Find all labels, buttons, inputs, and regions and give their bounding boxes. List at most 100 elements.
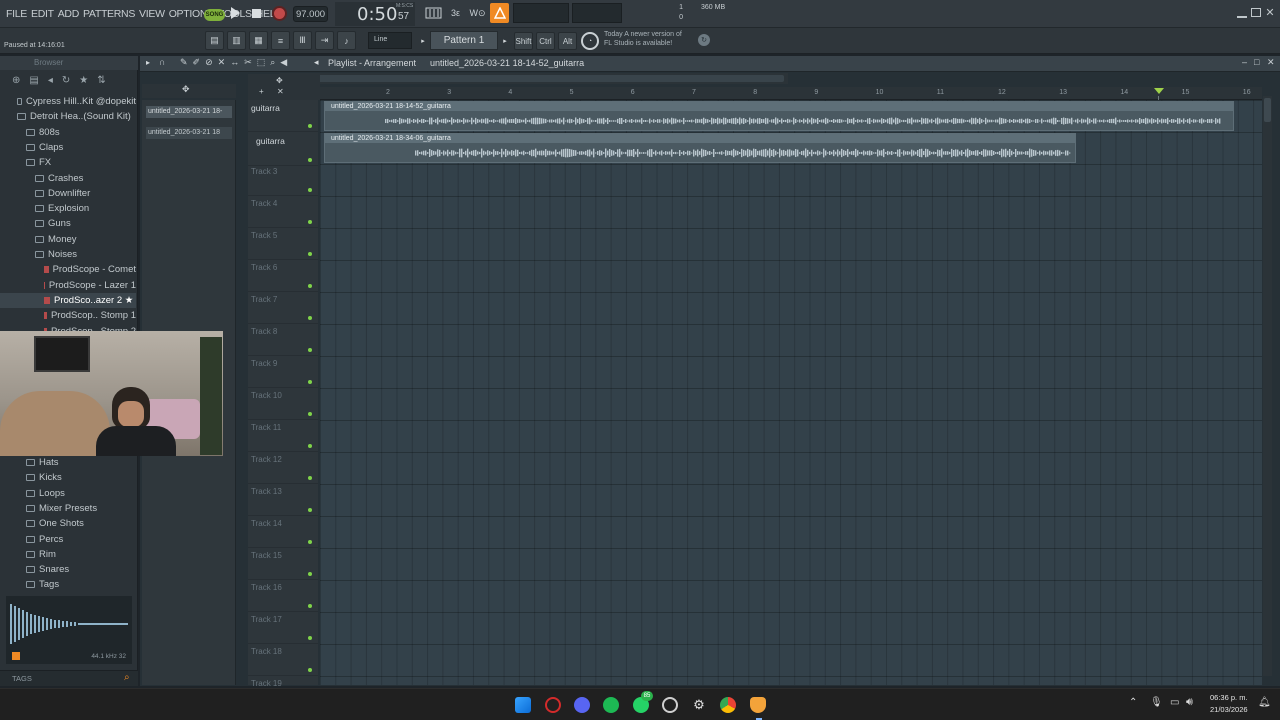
scrollbar-thumb[interactable] (288, 75, 784, 82)
browser-folder-item[interactable]: Loops (0, 486, 136, 501)
track-header[interactable]: Track 18 (248, 644, 318, 676)
track-header[interactable]: Track 9 (248, 356, 318, 388)
browser-folder-item[interactable]: FX (0, 155, 136, 170)
browser-add-icon[interactable]: ⊕ (12, 75, 20, 92)
stop-button[interactable] (252, 9, 261, 18)
browser-folder-item[interactable]: Downlifter (0, 186, 136, 201)
clock-date[interactable]: 21/03/2026 (1210, 705, 1248, 714)
start-icon[interactable] (515, 697, 531, 713)
track-enable-dot[interactable] (308, 316, 312, 320)
add-track-icon[interactable]: + (259, 87, 264, 96)
pattern-next-icon[interactable]: ▸ (500, 32, 510, 49)
chrome-icon[interactable] (720, 697, 736, 713)
track-enable-dot[interactable] (308, 252, 312, 256)
track-enable-dot[interactable] (308, 188, 312, 192)
browser-file-item[interactable]: ProdSco..azer 2 ★ (0, 292, 136, 308)
track-enable-dot[interactable] (308, 476, 312, 480)
select-tool-icon[interactable]: ⬚ (257, 57, 266, 68)
browser-folder-item[interactable]: Mixer Presets (0, 501, 136, 516)
track-header[interactable]: Track 3 (248, 164, 318, 196)
track-enable-dot[interactable] (308, 636, 312, 640)
track-enable-dot[interactable] (308, 220, 312, 224)
clock-time[interactable]: 06:36 p. m. (1210, 693, 1248, 702)
browser-folder-item[interactable]: Cypress Hill..Kit @dopekit (0, 94, 136, 109)
track-pan-icon[interactable]: ✥ (276, 76, 283, 85)
browser-file-item[interactable]: ProdScop.. Stomp 1 (0, 308, 136, 323)
news-line-1[interactable]: Today A newer version of (604, 31, 682, 38)
pattern-clip-1[interactable]: untitled_2026-03-21 18- (146, 106, 232, 118)
browser-folder-item[interactable]: Noises (0, 247, 136, 262)
track-enable-dot[interactable] (308, 572, 312, 576)
browser-star-icon[interactable]: ★ (79, 75, 88, 92)
track-header[interactable]: Track 10 (248, 388, 318, 420)
timeline-ruler[interactable]: 2 3 4 5 6 7 8 9 10 11 12 13 14 15 16 (320, 87, 1262, 100)
close-icon[interactable]: ✕ (1264, 6, 1276, 19)
record-button[interactable] (272, 6, 287, 21)
slip-tool-icon[interactable]: ↔ (230, 57, 239, 68)
settings-gear-icon[interactable]: ⚙ (691, 697, 707, 713)
audio-clip-1[interactable]: untitled_2026-03-21 18-14-52_guitarra (324, 101, 1234, 131)
browser-file-icon[interactable]: ▤ (29, 75, 38, 92)
track-header[interactable]: Track 4 (248, 196, 318, 228)
track-enable-dot[interactable] (308, 348, 312, 352)
search-icon[interactable]: ⌕ (124, 672, 130, 683)
track-header[interactable]: guitarra (248, 132, 318, 166)
browser-back-icon[interactable]: ◂ (48, 75, 53, 92)
browser-folder-item[interactable]: Rim (0, 547, 136, 562)
browser-folder-item[interactable]: Detroit Hea..(Sound Kit) (0, 109, 136, 124)
news-icon[interactable]: ◔ (581, 32, 599, 50)
slice-tool-icon[interactable]: ✂ (244, 57, 252, 68)
track-enable-dot[interactable] (308, 604, 312, 608)
menu-add[interactable]: ADD (56, 8, 81, 20)
track-header[interactable]: Track 8 (248, 324, 318, 356)
zoom-tool-icon[interactable]: ⌕ (270, 57, 275, 68)
track-header[interactable]: Track 6 (248, 260, 318, 292)
browser-file-item[interactable]: ProdScope - Comet (0, 262, 136, 277)
volume-icon[interactable]: 🔊︎ (1186, 696, 1193, 709)
track-enable-dot[interactable] (308, 380, 312, 384)
menu-file[interactable]: FILE (4, 8, 29, 20)
track-enable-dot[interactable] (308, 444, 312, 448)
browser-folder-item[interactable]: One Shots (0, 516, 136, 531)
song-mode-toggle[interactable]: SONG (204, 9, 225, 21)
news-line-2[interactable]: FL Studio is available! (604, 40, 672, 47)
discord-icon[interactable] (574, 697, 590, 713)
preview-play-icon[interactable] (12, 652, 20, 660)
track-header[interactable]: guitarra (248, 100, 318, 132)
browser-file-item[interactable]: ProdScope - Lazer 1 (0, 278, 136, 293)
menu-patterns[interactable]: PATTERNS (81, 8, 137, 20)
maximize-icon[interactable] (1251, 8, 1261, 17)
browser-folder-item[interactable]: Kicks (0, 470, 136, 485)
remove-track-icon[interactable]: ✕ (277, 87, 284, 96)
tags-bar[interactable]: TAGS ⌕ (0, 670, 138, 686)
browser-folder-item[interactable]: Crashes (0, 171, 136, 186)
playback-tool-icon[interactable]: ◀ (280, 57, 287, 68)
browser-sort-icon[interactable]: ⇅ (97, 75, 105, 92)
browser-folder-item[interactable]: 808s (0, 125, 136, 140)
pattern-clip-2[interactable]: untitled_2026-03-21 18 (146, 127, 232, 139)
track-header[interactable]: Track 7 (248, 292, 318, 324)
snap-selector[interactable]: Line (368, 32, 412, 49)
sample-preview[interactable]: 44.1 kHz 32 (6, 596, 132, 664)
playlist-arrow-icon[interactable]: ◂ (314, 57, 319, 68)
tempo-display[interactable]: 97.000 (293, 6, 328, 22)
browser-folder-item[interactable]: Percs (0, 532, 136, 547)
menu-edit[interactable]: EDIT (29, 8, 56, 20)
track-enable-dot[interactable] (308, 508, 312, 512)
pattern-prev-icon[interactable]: ▸ (418, 32, 428, 49)
master-volume[interactable] (572, 3, 622, 23)
whatsapp-icon[interactable]: 85 (633, 691, 653, 713)
mixer-icon[interactable]: ≡ (271, 31, 290, 50)
track-header[interactable]: Track 12 (248, 452, 318, 484)
vertical-scrollbar[interactable] (1263, 96, 1272, 676)
step-edit-icon[interactable]: 3ε (447, 5, 464, 21)
network-icon[interactable]: ▭ (1170, 697, 1179, 708)
shift-button[interactable]: Shift (514, 32, 533, 50)
track-header[interactable]: Track 15 (248, 548, 318, 580)
browser-folder-item[interactable]: Snares (0, 562, 136, 577)
track-header[interactable]: Track 17 (248, 612, 318, 644)
typing-keyboard-icon[interactable] (425, 5, 442, 21)
audio-editor-icon[interactable]: ♪ (337, 31, 356, 50)
wait-input-icon[interactable]: W⊙ (469, 5, 486, 21)
magnet-icon[interactable]: ∩ (159, 57, 165, 67)
